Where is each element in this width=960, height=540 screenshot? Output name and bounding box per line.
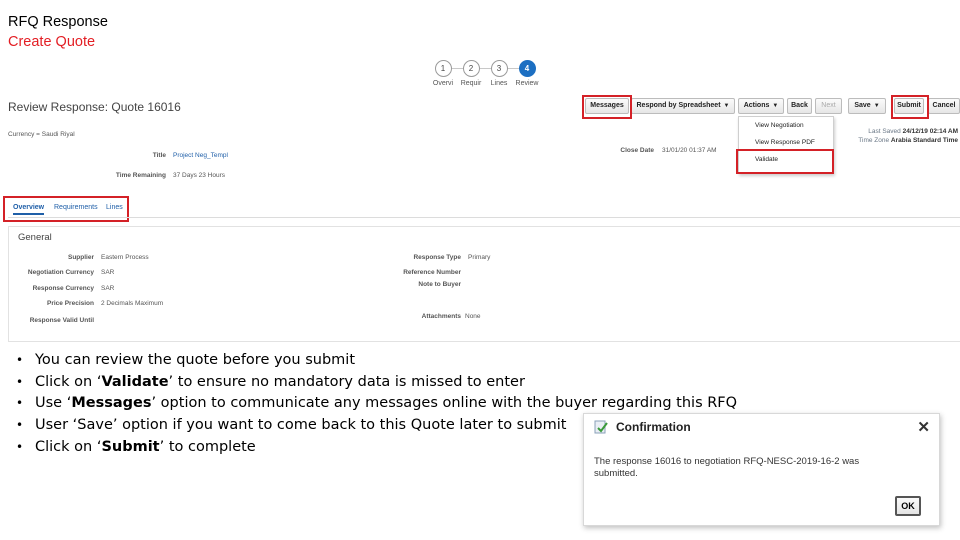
train-step-number: 1 — [434, 60, 452, 77]
confirmation-dialog: Confirmation ✕ The response 16016 to neg… — [583, 413, 940, 526]
highlight-validate — [736, 149, 834, 174]
cancel-button[interactable]: Cancel — [928, 98, 960, 114]
confirmation-check-icon — [594, 420, 608, 434]
process-train: 1 Overvi 2 Requir 3 Lines 4 Review — [426, 60, 546, 94]
chevron-down-icon: ▼ — [772, 103, 779, 109]
tab-bar: Overview Requirements Lines — [8, 202, 960, 218]
highlight-submit — [891, 95, 929, 119]
bullet-text: You can review the quote before you subm… — [35, 352, 356, 368]
title-label: Title — [152, 152, 166, 159]
next-button[interactable]: Next — [815, 98, 842, 114]
close-date-label: Close Date — [620, 147, 654, 154]
page-title: Review Response: Quote 16016 — [8, 100, 181, 114]
attachments-value: None — [465, 313, 481, 320]
list-item: • Use ‘Messages’ option to communicate a… — [16, 393, 737, 415]
response-type-value: Primary — [468, 254, 491, 261]
train-step-label: Requir — [460, 80, 482, 87]
time-remaining-label: Time Remaining — [115, 172, 166, 179]
bullet-text: ’ option to communicate any messages onl… — [151, 395, 738, 412]
train-step-label: Lines — [490, 80, 508, 87]
bullet-emphasis: Validate — [101, 373, 169, 390]
train-step-number: 2 — [462, 60, 480, 77]
close-date-value: 31/01/20 01:37 AM — [662, 147, 717, 154]
price-precision-label: Price Precision — [47, 300, 94, 307]
dialog-message: The response 16016 to negotiation RFQ-NE… — [594, 456, 860, 479]
last-saved-label: Last Saved — [868, 128, 901, 135]
bullet-text: Click on ‘ — [35, 438, 102, 455]
bullet-icon: • — [16, 439, 24, 454]
general-panel — [8, 226, 960, 342]
price-precision-value: 2 Decimals Maximum — [101, 300, 164, 307]
save-label: Save — [854, 102, 871, 109]
slide-title: RFQ Response — [8, 14, 108, 30]
tab-overview[interactable]: Overview — [13, 204, 45, 215]
saved-info: Last Saved 24/12/19 02:14 AM Time Zone A… — [858, 127, 958, 145]
train-step-number: 3 — [490, 60, 508, 77]
bullet-icon: • — [16, 353, 24, 367]
response-currency-value: SAR — [101, 285, 115, 292]
bullet-text: User ‘Save’ option if you want to come b… — [35, 417, 567, 434]
time-zone-label: Time Zone — [858, 137, 890, 144]
chevron-down-icon: ▼ — [723, 103, 730, 109]
bullet-icon: • — [16, 374, 24, 389]
train-step-label: Overvi — [432, 80, 454, 87]
bullet-text: ’ to complete — [159, 438, 256, 455]
train-step-overview[interactable]: 1 Overvi — [429, 60, 457, 87]
bullet-text: Click on ‘ — [35, 373, 102, 390]
reference-number-label: Reference Number — [403, 269, 461, 276]
chevron-down-icon: ▼ — [873, 103, 880, 109]
response-currency-label: Response Currency — [32, 285, 94, 292]
bullet-emphasis: Submit — [101, 438, 160, 455]
train-step-label: Review — [515, 80, 539, 87]
negotiation-currency-value: SAR — [101, 269, 115, 276]
note-to-buyer-label: Note to Buyer — [418, 281, 461, 288]
response-valid-until-label: Response Valid Until — [29, 317, 94, 324]
menu-item-view-negotiation[interactable]: View Negotiation — [739, 117, 833, 134]
currency-note: Currency = Saudi Riyal — [8, 131, 75, 138]
time-remaining-value: 37 Days 23 Hours — [173, 172, 226, 179]
bullet-text: ’ to ensure no mandatory data is missed … — [168, 373, 525, 390]
list-item: • Click on ‘Validate’ to ensure no manda… — [16, 372, 737, 394]
back-button[interactable]: Back — [787, 98, 812, 114]
supplier-label: Supplier — [67, 254, 94, 261]
train-step-review[interactable]: 4 Review — [513, 60, 541, 87]
tab-lines[interactable]: Lines — [106, 204, 123, 211]
last-saved-value: 24/12/19 02:14 AM — [902, 128, 958, 135]
list-item: • You can review the quote before you su… — [16, 350, 737, 372]
time-zone-value: Arabia Standard Time — [890, 137, 958, 144]
title-value-link[interactable]: Project Neg_Templ — [173, 152, 228, 159]
save-button[interactable]: Save ▼ — [848, 98, 886, 114]
response-type-label: Response Type — [413, 254, 461, 261]
train-step-lines[interactable]: 3 Lines — [485, 60, 513, 87]
bullet-text: Use ‘ — [35, 395, 72, 412]
slide-subtitle: Create Quote — [8, 34, 96, 50]
highlight-messages — [582, 95, 632, 119]
bullet-icon: • — [16, 418, 24, 433]
attachments-label: Attachments — [421, 313, 461, 320]
negotiation-currency-label: Negotiation Currency — [27, 269, 94, 276]
bullet-emphasis: Messages — [71, 395, 152, 412]
train-step-requirements[interactable]: 2 Requir — [457, 60, 485, 87]
supplier-value: Eastern Process — [101, 254, 149, 261]
respond-by-spreadsheet-label: Respond by Spreadsheet — [636, 102, 721, 109]
ok-button[interactable]: OK — [895, 496, 921, 516]
dialog-title: Confirmation — [616, 420, 691, 434]
actions-label: Actions — [743, 102, 770, 109]
general-section-title: General — [18, 232, 52, 243]
respond-by-spreadsheet-button[interactable]: Respond by Spreadsheet ▼ — [631, 98, 735, 114]
train-step-number: 4 — [518, 60, 536, 77]
tab-requirements[interactable]: Requirements — [54, 204, 98, 211]
bullet-icon: • — [16, 396, 24, 411]
actions-button[interactable]: Actions ▼ — [738, 98, 784, 114]
close-icon[interactable]: ✕ — [917, 418, 930, 436]
